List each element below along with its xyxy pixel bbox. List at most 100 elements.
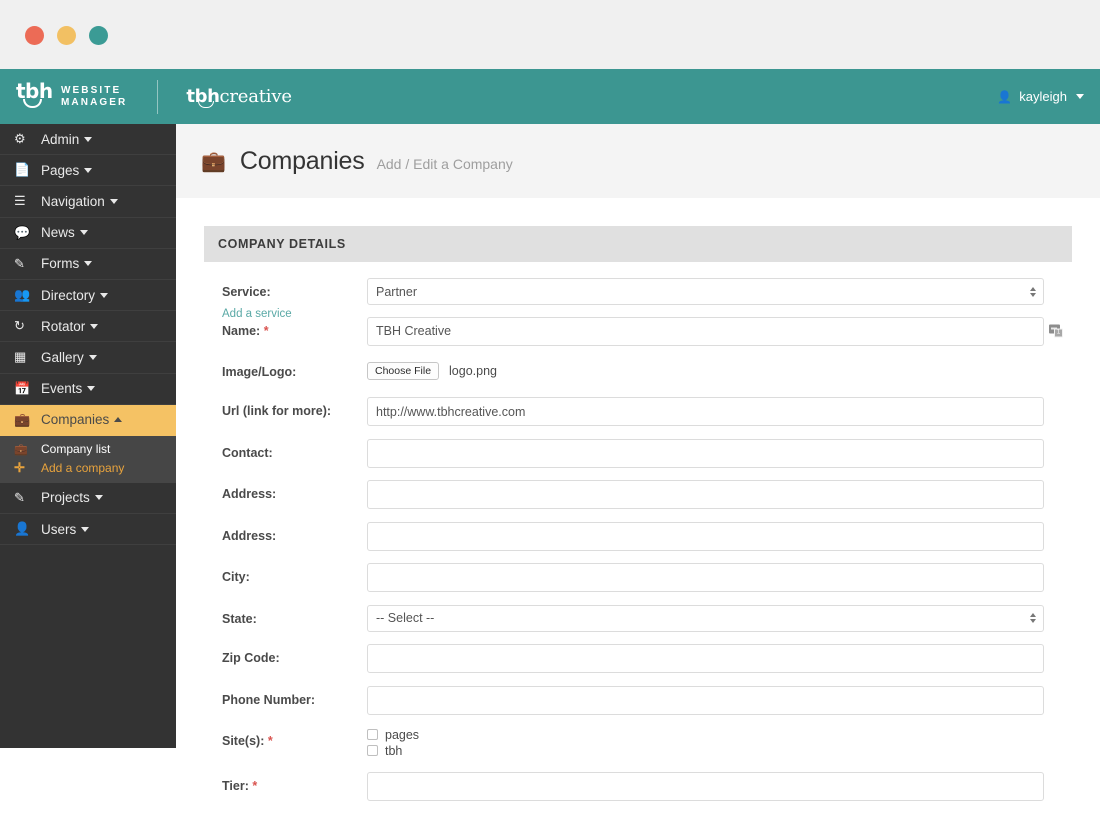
chevron-down-icon: [80, 230, 88, 235]
field-row-tier: Tier: *: [204, 772, 1072, 801]
name-label-text: Name:: [222, 324, 260, 338]
field-row-zip-code: Zip Code:: [204, 644, 1072, 673]
chevron-down-icon: [84, 261, 92, 266]
sidebar-item-label: Admin: [41, 132, 79, 147]
sidebar-item-projects[interactable]: ✎ Projects: [0, 483, 176, 514]
chevron-down-icon: [110, 199, 118, 204]
sidebar-item-companies[interactable]: 💼 Companies: [0, 405, 176, 436]
user-icon: 👤: [14, 521, 32, 537]
password-autofill-icon[interactable]: 1: [1049, 325, 1064, 338]
field-row-phone-number: Phone Number:: [204, 686, 1072, 715]
address-2-input[interactable]: [367, 522, 1044, 551]
address-2-control: [367, 522, 1072, 551]
sidebar-submenu-companies: 💼 Company list ✛ Add a company: [0, 436, 176, 483]
sidebar-item-label: Users: [41, 522, 76, 537]
sidebar-item-gallery[interactable]: ▦ Gallery: [0, 342, 176, 373]
checkbox-row-tbh[interactable]: tbh: [367, 743, 1044, 758]
zip-code-input[interactable]: [367, 644, 1044, 673]
service-label: Service:: [222, 285, 271, 299]
sites-control: pages tbh: [367, 727, 1072, 759]
window-traffic-lights: [25, 26, 108, 45]
main-content: 💼 Companies Add / Edit a Company COMPANY…: [176, 124, 1100, 748]
close-button[interactable]: [25, 26, 44, 45]
choose-file-button[interactable]: Choose File: [367, 362, 439, 380]
user-menu[interactable]: 👤 kayleigh: [997, 69, 1084, 124]
name-label: Name: *: [222, 317, 367, 339]
briefcase-icon: 💼: [14, 412, 32, 428]
address-1-label: Address:: [222, 480, 367, 502]
tier-label: Tier: *: [222, 772, 367, 794]
sidebar-item-label: Rotator: [41, 319, 85, 334]
sidebar-item-admin[interactable]: ⚙ Admin: [0, 124, 176, 155]
sidebar-subitem-company-list[interactable]: 💼 Company list: [0, 440, 176, 459]
city-input[interactable]: [367, 563, 1044, 592]
state-select-value: -- Select --: [376, 611, 434, 625]
field-row-name: Name: * 1: [204, 317, 1072, 346]
plus-icon: ✛: [14, 460, 32, 476]
checkbox-row-pages[interactable]: pages: [367, 727, 1044, 742]
tbhcreative-serif: creative: [219, 86, 291, 107]
sites-checkbox-tbh[interactable]: [367, 745, 378, 756]
pencil-icon: ✎: [14, 256, 32, 272]
sites-checkbox-pages[interactable]: [367, 729, 378, 740]
gear-icon: ⚙: [14, 131, 32, 147]
sidebar-item-news[interactable]: 💬 News: [0, 218, 176, 249]
sidebar-item-label: Projects: [41, 490, 90, 505]
sidebar-item-label: Events: [41, 381, 82, 396]
sidebar-item-label: Navigation: [41, 194, 105, 209]
image-logo-label: Image/Logo:: [222, 358, 367, 380]
contact-control: [367, 439, 1072, 468]
tbhcreative-logo[interactable]: tbhcreative: [186, 86, 291, 107]
briefcase-icon: 💼: [201, 149, 226, 174]
user-icon: 👤: [997, 90, 1012, 104]
address-2-label: Address:: [222, 522, 367, 544]
field-row-state: State: -- Select --: [204, 605, 1072, 632]
sidebar: ⚙ Admin 📄 Pages ☰ Navigation 💬 News ✎ Fo…: [0, 124, 176, 748]
briefcase-icon: 💼: [14, 443, 32, 456]
sidebar-item-events[interactable]: 📅 Events: [0, 374, 176, 405]
field-row-address-2: Address:: [204, 522, 1072, 551]
sidebar-subitem-label: Company list: [41, 442, 110, 456]
brand-group: tbh WEBSITE MANAGER tbhcreative: [16, 69, 292, 124]
contact-input[interactable]: [367, 439, 1044, 468]
tier-input[interactable]: [367, 772, 1044, 801]
tier-label-text: Tier:: [222, 779, 249, 793]
field-row-contact: Contact:: [204, 439, 1072, 468]
chevron-down-icon: [90, 324, 98, 329]
service-label-group: Service: Add a service: [222, 278, 367, 322]
sidebar-item-rotator[interactable]: ↻ Rotator: [0, 311, 176, 342]
sites-option-label: tbh: [385, 744, 402, 758]
refresh-icon: ↻: [14, 318, 32, 334]
sidebar-item-users[interactable]: 👤 Users: [0, 514, 176, 545]
sidebar-item-directory[interactable]: 👥 Directory: [0, 280, 176, 311]
sidebar-item-pages[interactable]: 📄 Pages: [0, 155, 176, 186]
sidebar-item-label: Companies: [41, 412, 109, 427]
chevron-down-icon: [95, 495, 103, 500]
image-logo-control: Choose File logo.png: [367, 358, 1072, 380]
city-control: [367, 563, 1072, 592]
tbh-logo-icon[interactable]: tbh: [16, 82, 50, 112]
grid-icon: ▦: [14, 349, 32, 365]
sidebar-item-label: Forms: [41, 256, 79, 271]
phone-number-input[interactable]: [367, 686, 1044, 715]
field-row-image-logo: Image/Logo: Choose File logo.png: [204, 358, 1072, 380]
sidebar-item-forms[interactable]: ✎ Forms: [0, 249, 176, 280]
url-input[interactable]: [367, 397, 1044, 426]
sites-label: Site(s): *: [222, 727, 367, 749]
minimize-button[interactable]: [57, 26, 76, 45]
name-control: 1: [367, 317, 1072, 346]
maximize-button[interactable]: [89, 26, 108, 45]
zip-code-label: Zip Code:: [222, 644, 367, 666]
url-control: [367, 397, 1072, 426]
sidebar-subitem-add-a-company[interactable]: ✛ Add a company: [0, 459, 176, 478]
state-select[interactable]: -- Select --: [367, 605, 1044, 632]
name-input[interactable]: [367, 317, 1044, 346]
address-1-input[interactable]: [367, 480, 1044, 509]
field-row-sites: Site(s): * pages tbh: [204, 727, 1072, 759]
wordmark-line-2: MANAGER: [61, 97, 127, 109]
service-select[interactable]: Partner: [367, 278, 1044, 305]
selected-file-name: logo.png: [449, 364, 497, 378]
brand-divider: [157, 80, 158, 114]
field-row-service: Service: Add a service Partner: [204, 278, 1072, 322]
sidebar-item-navigation[interactable]: ☰ Navigation: [0, 186, 176, 217]
